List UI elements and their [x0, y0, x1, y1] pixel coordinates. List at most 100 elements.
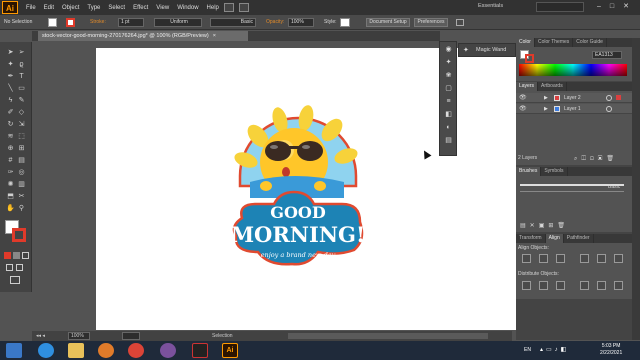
rectangle-tool-icon[interactable]: ▭	[17, 84, 26, 93]
variable-width-profile[interactable]: Uniform	[154, 18, 202, 27]
illustrator-taskbar-icon[interactable]: Ai	[222, 343, 238, 358]
workspace-switcher[interactable]: Essentials	[478, 3, 503, 9]
bridge-icon[interactable]	[223, 3, 234, 12]
width-tool-icon[interactable]: ≋	[6, 132, 15, 141]
horizontal-scrollbar[interactable]	[288, 333, 488, 339]
tab-color-guide[interactable]: Color Guide	[573, 38, 607, 47]
layer-row[interactable]: 👁 ▶ Layer 2	[516, 93, 632, 103]
minimize-icon[interactable]: –	[593, 2, 605, 12]
good-morning-artwork[interactable]: GOOD MORNING! enjoy a brand new day	[228, 100, 368, 272]
arrange-documents-icon[interactable]	[238, 3, 249, 12]
vertical-align-center-icon[interactable]	[597, 254, 606, 263]
search-input[interactable]	[536, 2, 584, 12]
tab-transform[interactable]: Transform	[516, 234, 546, 243]
screen-mode-icon[interactable]	[10, 276, 20, 284]
rotate-tool-icon[interactable]: ↻	[6, 120, 15, 129]
target-icon[interactable]	[606, 95, 612, 101]
stroke-label[interactable]: Stroke:	[90, 18, 106, 27]
color-stroke-swatch[interactable]	[525, 54, 534, 63]
free-transform-tool-icon[interactable]: ⬚	[17, 132, 26, 141]
document-tab[interactable]: stock-vector-good-morning-270176264.jpg*…	[38, 31, 248, 41]
viber-icon[interactable]	[160, 343, 176, 358]
horizontal-align-right-icon[interactable]	[556, 254, 565, 263]
hand-tool-icon[interactable]: ✋	[6, 204, 15, 213]
artboards-panel-icon[interactable]: ▤	[443, 136, 454, 146]
menu-help[interactable]: Help	[207, 5, 219, 11]
slice-tool-icon[interactable]: ✂	[17, 192, 26, 201]
expand-arrow-icon[interactable]: ▶	[544, 93, 548, 103]
brush-options-icon[interactable]: ▣	[539, 223, 549, 229]
tab-symbols[interactable]: Symbols	[541, 167, 568, 176]
expand-arrow-icon[interactable]: ▶	[544, 104, 548, 114]
type-tool-icon[interactable]: T	[17, 72, 26, 81]
appearance-panel-icon[interactable]: ◉	[443, 45, 454, 55]
tab-color-themes[interactable]: Color Themes	[535, 38, 574, 47]
gradient-tool-icon[interactable]: ▤	[17, 156, 26, 165]
selection-tool-icon[interactable]: ➤	[6, 48, 15, 57]
paintbrush-tool-icon[interactable]: ϟ	[6, 96, 15, 105]
menu-type[interactable]: Type	[87, 5, 100, 11]
artboard-tool-icon[interactable]: ⬒	[6, 192, 15, 201]
dock-scrollbar[interactable]	[632, 38, 640, 340]
draw-inside-icon[interactable]	[16, 264, 23, 271]
visibility-eye-icon[interactable]: 👁	[519, 93, 527, 103]
system-tray-icons[interactable]: ▴▭♪◧	[540, 346, 569, 353]
column-graph-tool-icon[interactable]: ▥	[17, 180, 26, 189]
direct-selection-tool-icon[interactable]: ➢	[17, 48, 26, 57]
menu-object[interactable]: Object	[62, 5, 79, 11]
pencil-tool-icon[interactable]: ✎	[17, 96, 26, 105]
start-button-icon[interactable]	[6, 343, 22, 358]
visibility-eye-icon[interactable]: 👁	[519, 104, 527, 114]
eraser-tool-icon[interactable]: ◇	[17, 108, 26, 117]
stroke-swatch[interactable]	[66, 18, 75, 27]
taskbar-clock[interactable]: 5:03 PM 2/22/2021	[600, 343, 622, 357]
photo-app-icon[interactable]	[192, 343, 208, 358]
draw-mode-icon[interactable]	[6, 264, 13, 271]
magic-wand-flyout[interactable]: ✦ Magic Wand	[458, 43, 516, 57]
horizontal-align-left-icon[interactable]	[522, 254, 531, 263]
stroke-weight-field[interactable]: 1 pt	[118, 18, 144, 27]
blend-tool-icon[interactable]: ◎	[17, 168, 26, 177]
internet-explorer-icon[interactable]	[38, 343, 54, 358]
artboard-number-field[interactable]	[122, 332, 140, 340]
zoom-tool-icon[interactable]: ⚲	[17, 204, 26, 213]
vertical-distribute-top-icon[interactable]	[522, 281, 531, 290]
lasso-tool-icon[interactable]: ϱ	[17, 60, 26, 69]
horizontal-distribute-center-icon[interactable]	[597, 281, 606, 290]
brush-library-icon[interactable]: ▤	[520, 223, 530, 229]
transparency-panel-icon[interactable]: ◧	[443, 110, 454, 120]
opacity-label[interactable]: Opacity:	[266, 18, 284, 27]
graphic-styles-panel-icon[interactable]: ◐	[443, 123, 454, 133]
delete-layer-icon[interactable]: 🗑	[606, 156, 618, 162]
vertical-distribute-bottom-icon[interactable]	[556, 281, 565, 290]
menu-edit[interactable]: Edit	[44, 5, 54, 11]
horizontal-distribute-right-icon[interactable]	[614, 281, 623, 290]
tab-artboards[interactable]: Artboards	[538, 82, 567, 91]
stroke-color-swatch[interactable]	[12, 228, 26, 242]
magic-wand-tool-icon[interactable]: ✦	[6, 60, 15, 69]
menu-view[interactable]: View	[156, 5, 169, 11]
preferences-button[interactable]: Preferences	[414, 18, 448, 27]
zoom-field[interactable]: 100%	[68, 332, 90, 340]
menu-select[interactable]: Select	[108, 5, 125, 11]
fill-swatch[interactable]	[48, 18, 57, 27]
maximize-icon[interactable]: □	[606, 2, 618, 12]
line-tool-icon[interactable]: ╲	[6, 84, 15, 93]
tab-align[interactable]: Align	[545, 234, 564, 243]
horizontal-align-center-icon[interactable]	[539, 254, 548, 263]
hex-input[interactable]: EA1313	[592, 51, 622, 59]
menu-window[interactable]: Window	[177, 5, 198, 11]
make-clipping-mask-icon[interactable]: ◫	[581, 156, 590, 162]
shape-builder-tool-icon[interactable]: ⊕	[6, 144, 15, 153]
menu-effect[interactable]: Effect	[133, 5, 148, 11]
brush-definition[interactable]: Basic	[210, 18, 256, 27]
blob-brush-tool-icon[interactable]: ✐	[6, 108, 15, 117]
graphic-style-swatch[interactable]	[340, 18, 350, 27]
eyedropper-tool-icon[interactable]: ✑	[6, 168, 15, 177]
vertical-align-top-icon[interactable]	[580, 254, 589, 263]
tab-brushes[interactable]: Brushes	[516, 167, 542, 176]
arrange-icon[interactable]	[456, 19, 464, 26]
tab-color[interactable]: Color	[516, 38, 535, 47]
symbols-panel-icon[interactable]: ❀	[443, 71, 454, 81]
scale-tool-icon[interactable]: ⇲	[17, 120, 26, 129]
